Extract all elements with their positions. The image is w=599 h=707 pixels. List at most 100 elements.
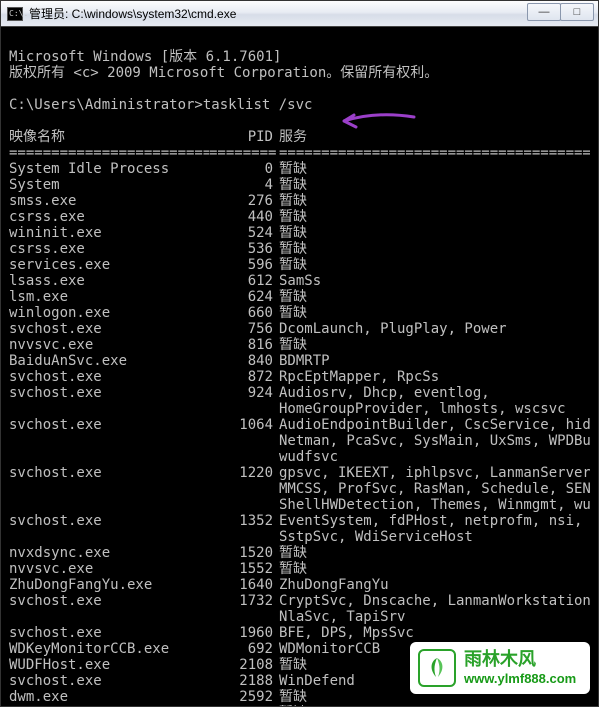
table-row: smss.exe276暂缺 bbox=[9, 193, 590, 209]
proc-name: csrss.exe bbox=[9, 241, 209, 257]
proc-svc: RpcEptMapper, RpcSs bbox=[279, 369, 590, 385]
proc-svc-cont: ShellHWDetection, Themes, Winmgmt, wuau bbox=[279, 497, 590, 513]
table-row: lsass.exe612SamSs bbox=[9, 273, 590, 289]
proc-name: nvvsvc.exe bbox=[9, 337, 209, 353]
watermark-url: www.ylmf888.com bbox=[464, 671, 576, 687]
proc-name: svchost.exe bbox=[9, 593, 209, 609]
proc-svc: 暂缺 bbox=[279, 161, 590, 177]
proc-name: svchost.exe bbox=[9, 513, 209, 529]
table-row: nvxdsync.exe1520暂缺 bbox=[9, 545, 590, 561]
proc-pid: 2188 bbox=[209, 673, 279, 689]
proc-pid: 692 bbox=[209, 641, 279, 657]
proc-pid: 660 bbox=[209, 305, 279, 321]
proc-pid: 1552 bbox=[209, 561, 279, 577]
proc-pid: 440 bbox=[209, 209, 279, 225]
proc-pid: 276 bbox=[209, 193, 279, 209]
proc-pid: 624 bbox=[209, 289, 279, 305]
prompt: C:\Users\Administrator>tasklist /svc bbox=[9, 97, 312, 113]
proc-pid: 872 bbox=[209, 369, 279, 385]
proc-svc: 暂缺 bbox=[279, 305, 590, 321]
table-row: svchost.exe1732CryptSvc, Dnscache, Lanma… bbox=[9, 593, 590, 609]
table-row: nvvsvc.exe816暂缺 bbox=[9, 337, 590, 353]
proc-pid: 1064 bbox=[209, 417, 279, 433]
proc-name: svchost.exe bbox=[9, 673, 209, 689]
header-pid: PID bbox=[209, 129, 279, 145]
proc-svc-cont: Netman, PcaSvc, SysMain, UxSms, WPDBusE bbox=[279, 433, 590, 449]
proc-svc-cont: HomeGroupProvider, lmhosts, wscsvc bbox=[279, 401, 590, 417]
proc-pid: 840 bbox=[209, 353, 279, 369]
header-svc: 服务 bbox=[279, 129, 590, 145]
sep-svc: ========================================… bbox=[279, 145, 590, 161]
table-row: nvvsvc.exe1552暂缺 bbox=[9, 561, 590, 577]
table-row: svchost.exe1220gpsvc, IKEEXT, iphlpsvc, … bbox=[9, 465, 590, 481]
proc-name: nvxdsync.exe bbox=[9, 545, 209, 561]
table-row: svchost.exe1352EventSystem, fdPHost, net… bbox=[9, 513, 590, 529]
proc-name: smss.exe bbox=[9, 193, 209, 209]
proc-svc: AudioEndpointBuilder, CscService, hidse bbox=[279, 417, 590, 433]
titlebar[interactable]: C:\. 管理员: C:\windows\system32\cmd.exe — … bbox=[1, 1, 598, 27]
prompt-command: tasklist /svc bbox=[203, 97, 313, 113]
proc-name: services.exe bbox=[9, 257, 209, 273]
table-row: ZhuDongFangYu.exe1640ZhuDongFangYu bbox=[9, 577, 590, 593]
proc-pid: 0 bbox=[209, 161, 279, 177]
leaf-icon bbox=[418, 649, 456, 687]
annotation-arrow-icon bbox=[336, 109, 416, 131]
proc-svc: BDMRTP bbox=[279, 353, 590, 369]
terminal-output[interactable]: Microsoft Windows [版本 6.1.7601] 版权所有 <c>… bbox=[1, 27, 598, 706]
table-row: csrss.exe440暂缺 bbox=[9, 209, 590, 225]
proc-name: System Idle Process bbox=[9, 161, 209, 177]
proc-pid: 4 bbox=[209, 177, 279, 193]
table-row: System Idle Process0暂缺 bbox=[9, 161, 590, 177]
table-row-wrap: NlaSvc, TapiSrv bbox=[9, 609, 590, 625]
table-row: svchost.exe924Audiosrv, Dhcp, eventlog, bbox=[9, 385, 590, 401]
proc-pid: 2108 bbox=[209, 657, 279, 673]
proc-name: lsm.exe bbox=[9, 289, 209, 305]
watermark-title: 雨林木风 bbox=[464, 649, 576, 671]
prompt-path: C:\Users\Administrator> bbox=[9, 97, 203, 113]
proc-svc: CryptSvc, Dnscache, LanmanWorkstation, bbox=[279, 593, 590, 609]
header-name: 映像名称 bbox=[9, 129, 209, 145]
proc-svc: 暂缺 bbox=[279, 337, 590, 353]
table-row-wrap: ShellHWDetection, Themes, Winmgmt, wuau bbox=[9, 497, 590, 513]
proc-name: svchost.exe bbox=[9, 369, 209, 385]
table-row: svchost.exe756DcomLaunch, PlugPlay, Powe… bbox=[9, 321, 590, 337]
proc-pid: 1352 bbox=[209, 513, 279, 529]
watermark-badge: 雨林木风 www.ylmf888.com bbox=[410, 642, 590, 694]
proc-svc-cont: MMCSS, ProfSvc, RasMan, Schedule, SENS, bbox=[279, 481, 590, 497]
table-row-wrap: MMCSS, ProfSvc, RasMan, Schedule, SENS, bbox=[9, 481, 590, 497]
proc-name: ZhuDongFangYu.exe bbox=[9, 577, 209, 593]
proc-name: System bbox=[9, 177, 209, 193]
proc-svc: 暂缺 bbox=[279, 193, 590, 209]
banner-line-1: Microsoft Windows [版本 6.1.7601] bbox=[9, 49, 281, 65]
proc-name: svchost.exe bbox=[9, 465, 209, 481]
proc-name: dwm.exe bbox=[9, 689, 209, 705]
proc-pid: 1520 bbox=[209, 545, 279, 561]
proc-svc: 暂缺 bbox=[279, 209, 590, 225]
proc-name: wininit.exe bbox=[9, 225, 209, 241]
proc-name: lsass.exe bbox=[9, 273, 209, 289]
proc-name: WUDFHost.exe bbox=[9, 657, 209, 673]
proc-pid: 2616 bbox=[209, 705, 279, 706]
proc-svc-cont: SstpSvc, WdiServiceHost bbox=[279, 529, 590, 545]
proc-name: explorer.exe bbox=[9, 705, 209, 706]
banner-line-2: 版权所有 <c> 2009 Microsoft Corporation。保留所有… bbox=[9, 65, 438, 81]
proc-svc: Audiosrv, Dhcp, eventlog, bbox=[279, 385, 590, 401]
maximize-button[interactable]: □ bbox=[560, 3, 594, 21]
proc-pid: 1960 bbox=[209, 625, 279, 641]
table-row: lsm.exe624暂缺 bbox=[9, 289, 590, 305]
table-row: winlogon.exe660暂缺 bbox=[9, 305, 590, 321]
proc-name: csrss.exe bbox=[9, 209, 209, 225]
table-row: svchost.exe1064AudioEndpointBuilder, Csc… bbox=[9, 417, 590, 433]
proc-svc: ZhuDongFangYu bbox=[279, 577, 590, 593]
proc-pid: 524 bbox=[209, 225, 279, 241]
proc-name: svchost.exe bbox=[9, 321, 209, 337]
proc-svc: DcomLaunch, PlugPlay, Power bbox=[279, 321, 590, 337]
minimize-button[interactable]: — bbox=[527, 3, 561, 21]
proc-svc: BFE, DPS, MpsSvc bbox=[279, 625, 590, 641]
table-row: wininit.exe524暂缺 bbox=[9, 225, 590, 241]
proc-name: WDKeyMonitorCCB.exe bbox=[9, 641, 209, 657]
table-row-wrap: Netman, PcaSvc, SysMain, UxSms, WPDBusE bbox=[9, 433, 590, 449]
proc-svc: 暂缺 bbox=[279, 561, 590, 577]
table-row: svchost.exe1960BFE, DPS, MpsSvc bbox=[9, 625, 590, 641]
proc-name: winlogon.exe bbox=[9, 305, 209, 321]
